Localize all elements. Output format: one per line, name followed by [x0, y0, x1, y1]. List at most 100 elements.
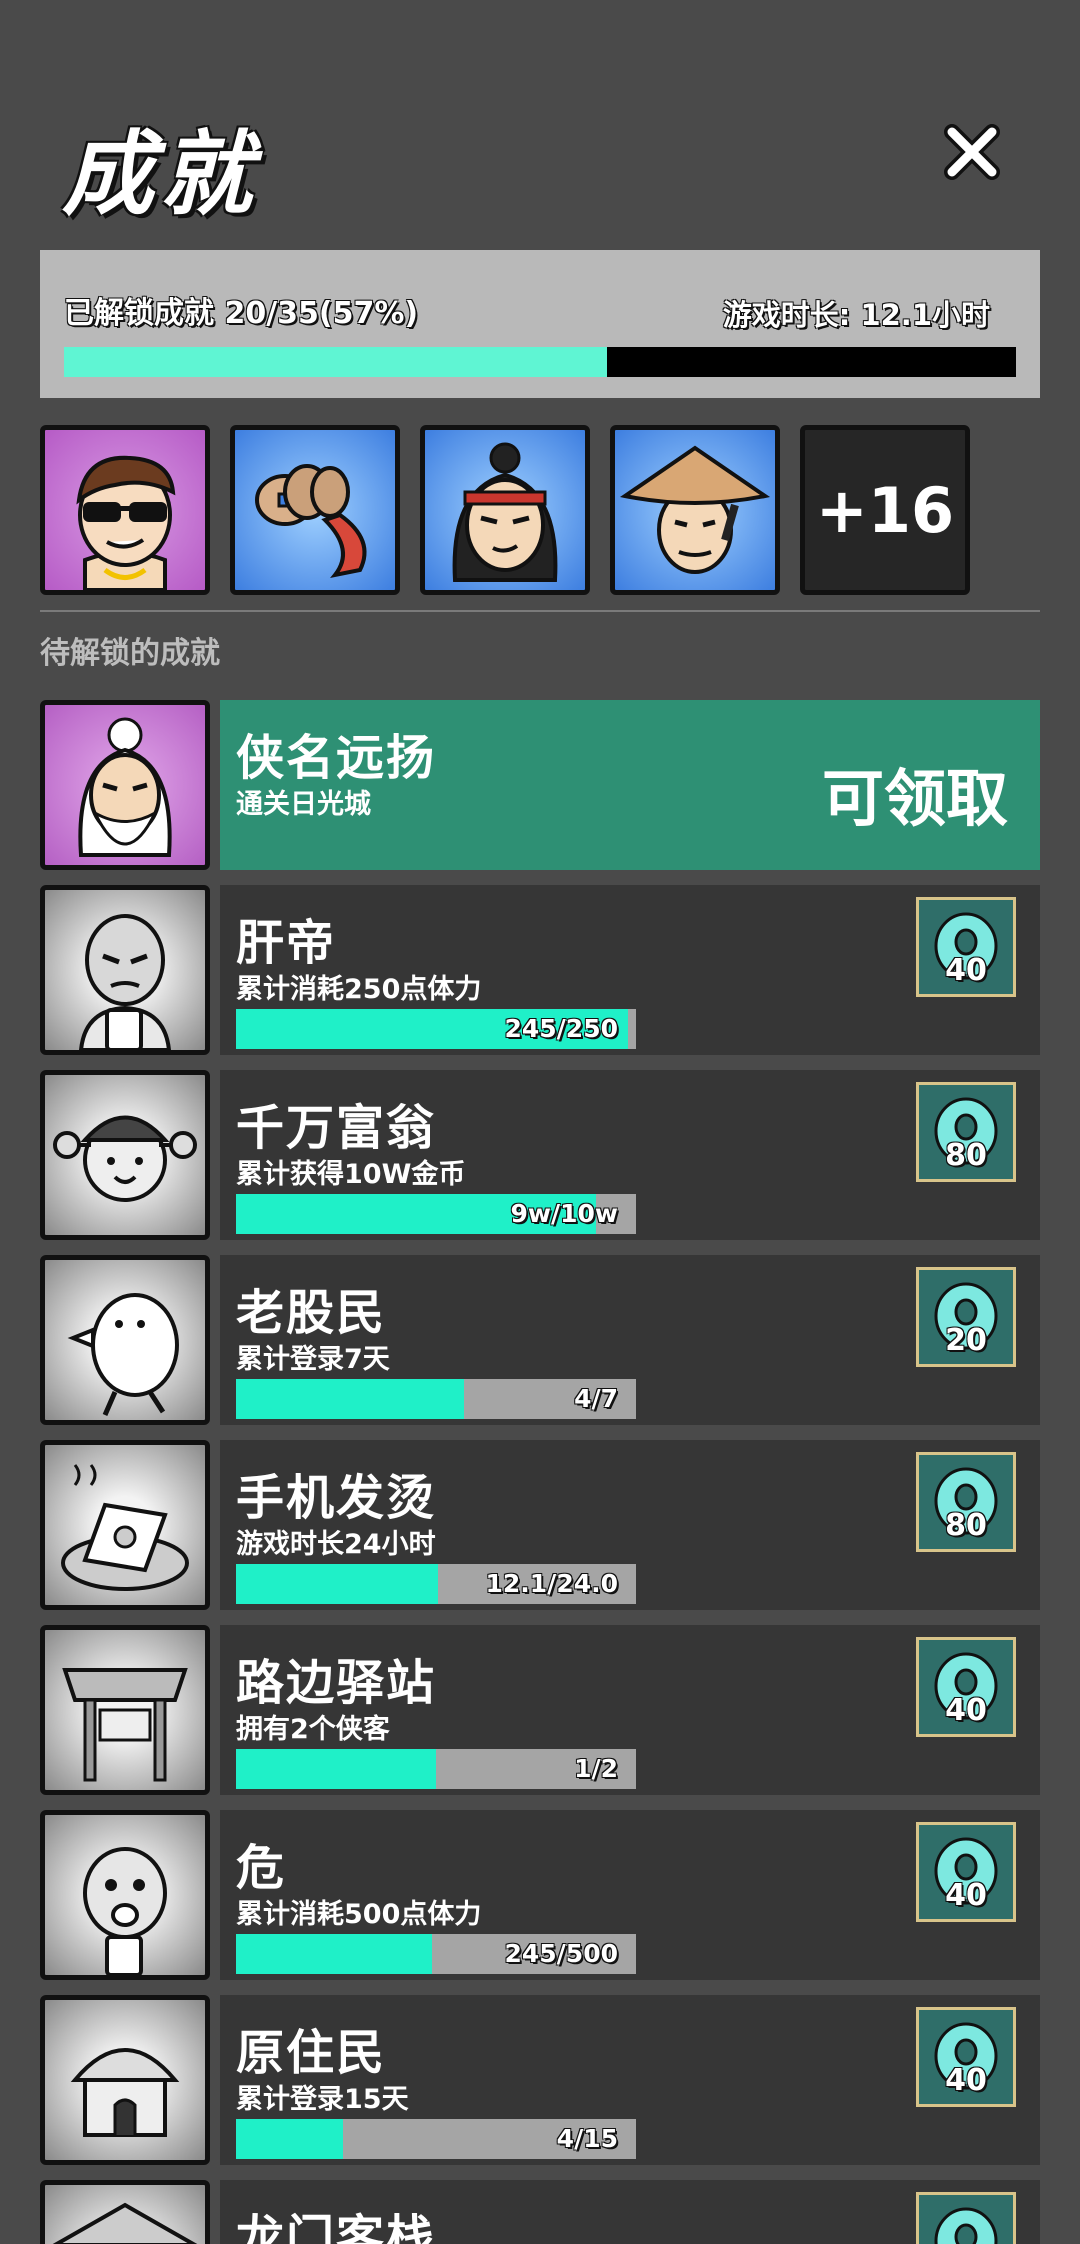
page-title: 成就 [62, 120, 259, 228]
overall-progress-bar [64, 347, 1016, 377]
reward-amount: 20 [945, 1323, 987, 1358]
achievement-name: 原住民 [236, 2025, 387, 2081]
achievement-name: 手机发烫 [236, 1470, 437, 1526]
reward-box: 40 [916, 2007, 1016, 2107]
achievement-panel: 危 累计消耗500点体力 245/500 40 [220, 1810, 1040, 1980]
achievement-row: 危 累计消耗500点体力 245/500 40 [40, 1810, 1040, 1980]
badge-straw-hat-man[interactable] [610, 425, 780, 595]
coin-string-icon [255, 464, 367, 579]
reward-amount: 40 [945, 2063, 987, 2098]
achievement-panel: 手机发烫 游戏时长24小时 12.1/24.0 80 [220, 1440, 1040, 1610]
achievement-progress-text: 9w/10w [510, 1199, 618, 1228]
achievement-row: 路边驿站 拥有2个侠客 1/2 40 [40, 1625, 1040, 1795]
tired-man-phone-portrait-icon [40, 885, 210, 1055]
achievement-progress-text: 245/500 [504, 1939, 618, 1968]
hut-icon [40, 1995, 210, 2165]
achievement-progress-bar: 245/500 [236, 1934, 636, 1974]
achievement-progress-bar: 12.1/24.0 [236, 1564, 636, 1604]
achievement-progress-fill [236, 1934, 432, 1974]
playtime-text: 游戏时长: 12.1小时 [722, 298, 990, 332]
badge-headband-swordsman[interactable] [420, 425, 590, 595]
achievement-desc: 通关日光城 [236, 789, 371, 820]
achievement-progress-fill [236, 1749, 436, 1789]
achievement-progress-fill [236, 1379, 465, 1419]
reward-box: 40 [916, 1822, 1016, 1922]
achievement-progress-text: 4/7 [574, 1384, 618, 1413]
achievement-row: 龙门客栈 [40, 2180, 1040, 2244]
headband-swordsman-icon [452, 442, 558, 582]
scared-man-portrait-icon [40, 1810, 210, 1980]
close-button[interactable] [940, 120, 1004, 184]
achievement-panel: 老股民 累计登录7天 4/7 20 [220, 1255, 1040, 1425]
unlocked-badges-row: +16 [40, 425, 1040, 595]
achievement-progress-text: 1/2 [574, 1754, 618, 1783]
reward-amount: 80 [945, 1138, 987, 1173]
achievement-progress-text: 4/15 [556, 2124, 618, 2153]
reward-amount: 40 [945, 953, 987, 988]
achievement-panel: 侠名远扬 通关日光城 可领取 [220, 700, 1040, 870]
reward-box: 80 [916, 1082, 1016, 1182]
achievement-panel: 肝帝 累计消耗250点体力 245/250 40 [220, 885, 1040, 1055]
claim-button[interactable]: 可领取 [822, 748, 1008, 838]
achievement-desc: 累计获得10W金币 [236, 1159, 466, 1190]
unlocked-count-text: 已解锁成就 20/35(57%) [64, 296, 419, 331]
achievement-name: 龙门客栈 [236, 2210, 437, 2244]
achievement-row: 肝帝 累计消耗250点体力 245/250 40 [40, 885, 1040, 1055]
straw-hat-man-icon [619, 445, 771, 574]
achievement-desc: 累计消耗250点体力 [236, 974, 482, 1005]
more-badges-button[interactable]: +16 [800, 425, 970, 595]
close-icon [944, 124, 1000, 180]
roadside-station-icon [40, 1625, 210, 1795]
reward-box: 20 [916, 1267, 1016, 1367]
achievement-row[interactable]: 侠名远扬 通关日光城 可领取 [40, 700, 1040, 870]
achievement-progress-bar: 4/7 [236, 1379, 636, 1419]
achievement-name: 老股民 [236, 1285, 387, 1341]
inn-icon [40, 2180, 210, 2244]
achievement-row: 千万富翁 累计获得10W金币 9w/10w 80 [40, 1070, 1040, 1240]
running-duck-portrait-icon [40, 1255, 210, 1425]
achievement-name: 侠名远扬 [236, 730, 437, 786]
achievement-progress-bar: 9w/10w [236, 1194, 636, 1234]
hot-phone-icon [40, 1440, 210, 1610]
achievement-panel: 千万富翁 累计获得10W金币 9w/10w 80 [220, 1070, 1040, 1240]
reward-box [916, 2192, 1016, 2244]
sunglasses-man-icon [76, 455, 176, 590]
achievement-name: 路边驿站 [236, 1655, 437, 1711]
rich-official-portrait-icon [40, 1070, 210, 1240]
reward-amount: 80 [945, 1508, 987, 1543]
achievement-name: 千万富翁 [236, 1100, 437, 1156]
achievement-progress-fill [236, 1564, 438, 1604]
achievement-panel: 原住民 累计登录15天 4/15 40 [220, 1995, 1040, 2165]
achievement-row: 手机发烫 游戏时长24小时 12.1/24.0 80 [40, 1440, 1040, 1610]
achievement-progress-text: 12.1/24.0 [485, 1569, 619, 1598]
old-master-portrait-icon [40, 700, 210, 870]
achievement-desc: 游戏时长24小时 [236, 1529, 436, 1560]
section-title-pending: 待解锁的成就 [40, 636, 220, 671]
achievement-progress-bar: 4/15 [236, 2119, 636, 2159]
reward-amount: 40 [945, 1693, 987, 1728]
achievement-row: 原住民 累计登录15天 4/15 40 [40, 1995, 1040, 2165]
reward-box: 40 [916, 1637, 1016, 1737]
achievement-progress-fill [236, 2119, 343, 2159]
reward-box: 40 [916, 897, 1016, 997]
reward-amount: 40 [945, 1878, 987, 1913]
section-divider [40, 610, 1040, 612]
achievement-summary-panel: 已解锁成就 20/35(57%) 游戏时长: 12.1小时 [40, 250, 1040, 398]
achievement-desc: 累计登录7天 [236, 1344, 390, 1375]
achievement-desc: 拥有2个侠客 [236, 1714, 390, 1745]
achievement-panel: 路边驿站 拥有2个侠客 1/2 40 [220, 1625, 1040, 1795]
badge-sunglasses-man[interactable] [40, 425, 210, 595]
overall-progress-fill [64, 347, 607, 377]
jade-icon [934, 2207, 998, 2244]
achievement-progress-bar: 1/2 [236, 1749, 636, 1789]
achievement-desc: 累计登录15天 [236, 2084, 409, 2115]
badge-coin-string[interactable] [230, 425, 400, 595]
achievement-progress-bar: 245/250 [236, 1009, 636, 1049]
achievement-panel: 龙门客栈 [220, 2180, 1040, 2244]
achievement-name: 肝帝 [236, 915, 337, 971]
reward-box: 80 [916, 1452, 1016, 1552]
achievement-progress-text: 245/250 [504, 1014, 618, 1043]
achievement-name: 危 [236, 1840, 287, 1896]
achievement-row: 老股民 累计登录7天 4/7 20 [40, 1255, 1040, 1425]
achievement-desc: 累计消耗500点体力 [236, 1899, 482, 1930]
